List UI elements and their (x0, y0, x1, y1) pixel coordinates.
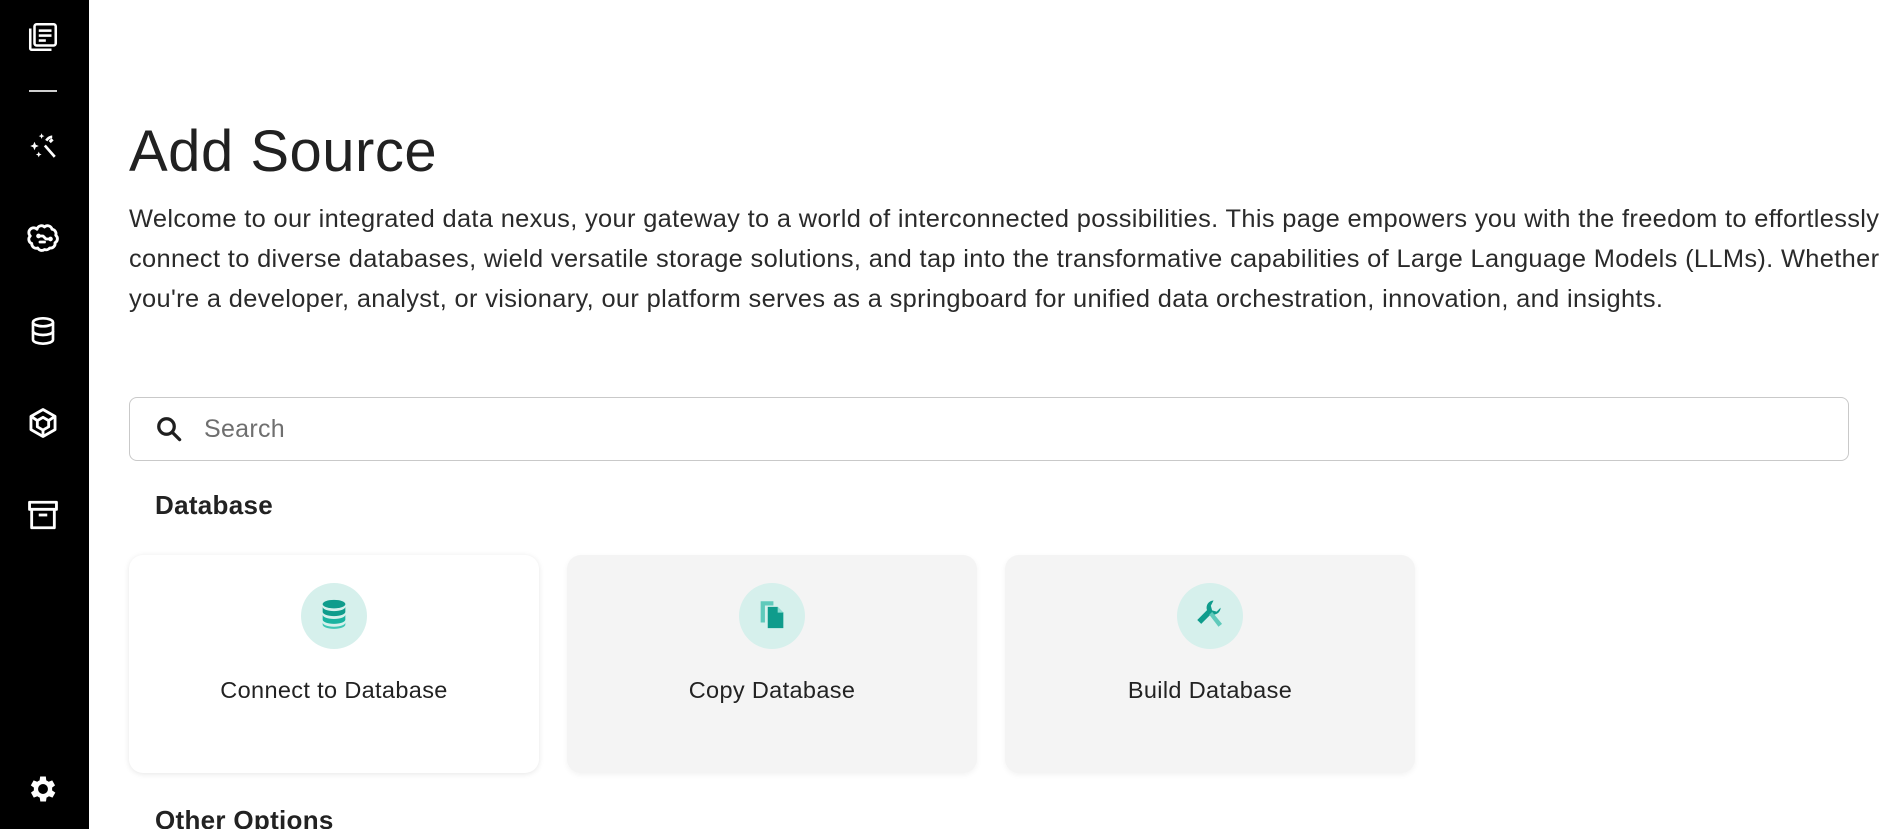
section-title-database: Database (155, 490, 274, 520)
sidebar-item-storage[interactable] (14, 486, 72, 544)
copy-database-card[interactable]: Copy Database (567, 555, 977, 773)
sidebar-item-prompt[interactable] (14, 117, 72, 175)
database-icon (27, 315, 59, 347)
card-label: Connect to Database (220, 677, 448, 703)
copy-file-icon (755, 597, 789, 636)
connect-database-card[interactable]: Connect to Database (129, 555, 539, 773)
sidebar-item-models[interactable] (14, 210, 72, 268)
page-title: Add Source (129, 119, 438, 184)
card-icon-circle (1177, 583, 1243, 649)
library-books-icon (26, 20, 60, 54)
build-database-card[interactable]: Build Database (1005, 555, 1415, 773)
gear-icon (26, 772, 60, 806)
sidebar-item-settings[interactable] (14, 760, 72, 818)
sidebar (0, 0, 89, 829)
brain-icon (25, 221, 61, 257)
section-title-other-options: Other Options (155, 805, 334, 829)
search-bar[interactable] (129, 397, 1849, 461)
sidebar-item-databases[interactable] (14, 302, 72, 360)
main-content: Add Source Welcome to our integrated dat… (89, 0, 1889, 829)
sidebar-item-apps[interactable] (14, 394, 72, 452)
archive-icon (26, 498, 60, 532)
card-icon-circle (301, 583, 367, 649)
search-input[interactable] (202, 413, 1806, 445)
wrench-icon (1193, 597, 1227, 636)
page-description: Welcome to our integrated data nexus, yo… (129, 205, 1880, 313)
magic-prompt-icon (26, 129, 60, 163)
sidebar-item-library[interactable] (14, 8, 72, 66)
card-label: Build Database (1127, 677, 1293, 703)
app-root: Add Source Welcome to our integrated dat… (0, 0, 1889, 829)
sidebar-divider (29, 90, 57, 92)
card-icon-circle (739, 583, 805, 649)
card-label: Copy Database (688, 677, 856, 703)
cube-icon (26, 406, 60, 440)
search-icon (153, 413, 185, 445)
database-icon (317, 597, 351, 636)
